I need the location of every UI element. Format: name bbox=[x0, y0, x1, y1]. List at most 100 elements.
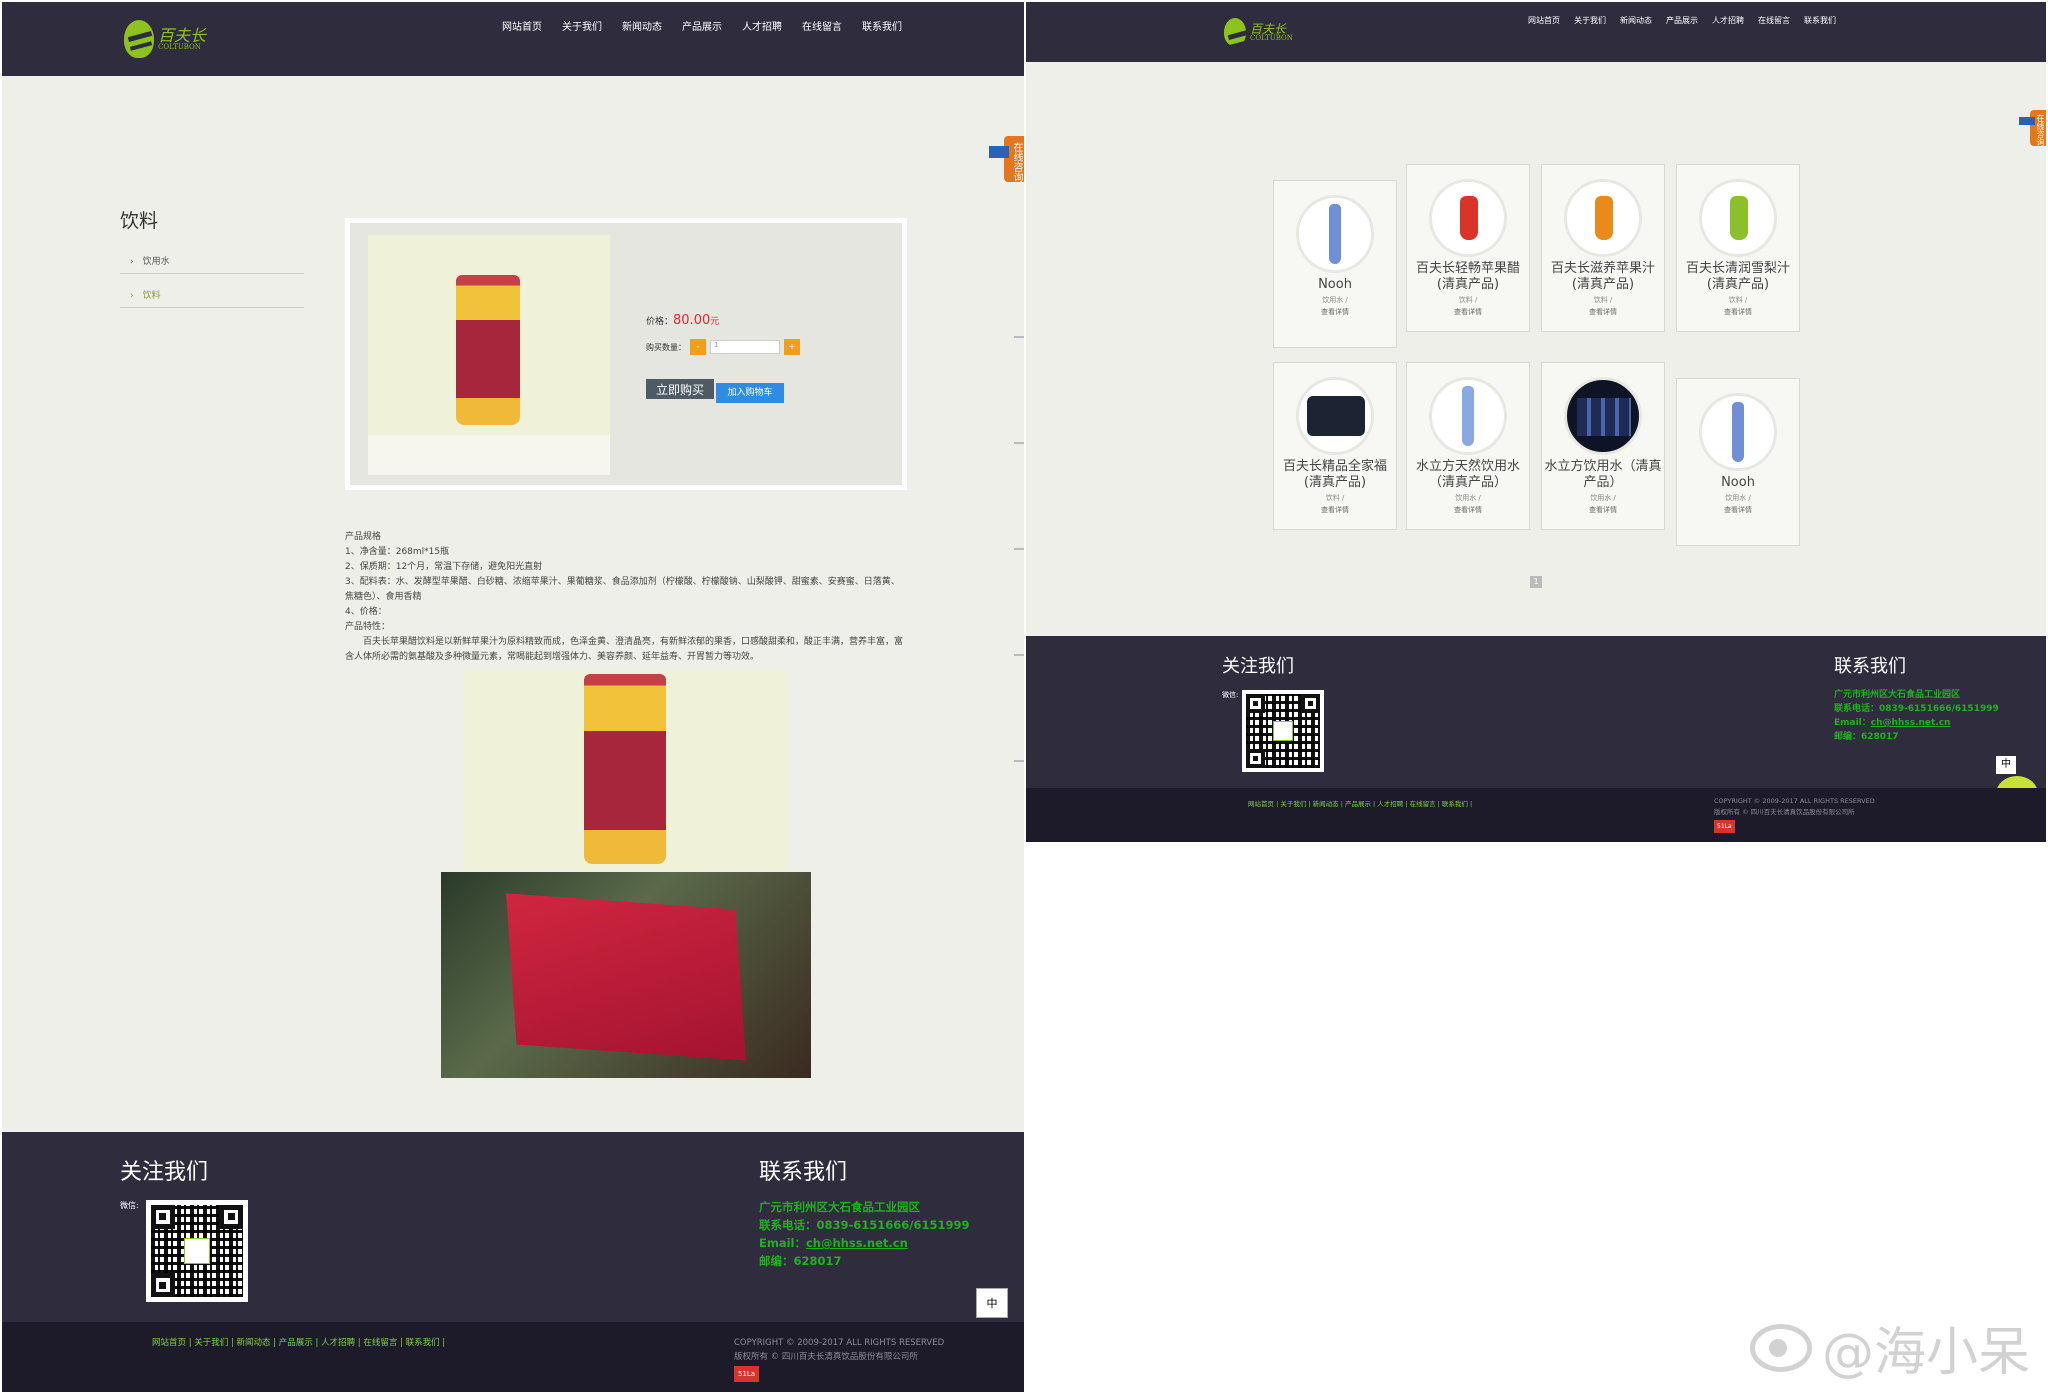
quantity-stepper: 购买数量： - 1 + bbox=[646, 339, 800, 355]
sidebar-item-drinks[interactable]: › 饮料 bbox=[120, 274, 304, 308]
detail-bottle-image bbox=[464, 670, 788, 870]
im-char: 中 bbox=[976, 1288, 1008, 1318]
nav-jobs[interactable]: 人才招聘 bbox=[742, 18, 782, 33]
site-footer: 关注我们 微信: 联系我们 广元市利州区大石食品工业园区 联系电话：0839-6… bbox=[2, 1132, 1024, 1362]
owner-text: 版权所有 © 四川百夫长清真饮品股份有限公司所 bbox=[734, 1352, 918, 1362]
product-thumb bbox=[1462, 386, 1474, 446]
product-thumb bbox=[1460, 196, 1478, 240]
nav-about[interactable]: 关于我们 bbox=[562, 18, 602, 33]
product-thumb bbox=[1595, 196, 1613, 240]
product-category: 饮料 / bbox=[1593, 296, 1613, 304]
product-thumb bbox=[1307, 396, 1365, 436]
online-consult-tab[interactable]: 在线咨询 bbox=[989, 136, 1024, 182]
view-details-link[interactable]: 查看详情 bbox=[1407, 307, 1529, 317]
product-card[interactable]: 水立方天然饮用水（清真产品） 饮用水 / 查看详情 bbox=[1406, 362, 1530, 530]
nav-products[interactable]: 产品展示 bbox=[1666, 15, 1698, 26]
footer-bottom: 网站首页 | 关于我们 | 新闻动态 | 产品展示 | 人才招聘 | 在线留言 … bbox=[1026, 788, 2046, 842]
sidebar-item-water[interactable]: › 饮用水 bbox=[120, 250, 304, 274]
logo-apple-icon bbox=[124, 20, 154, 58]
nav-news[interactable]: 新闻动态 bbox=[1620, 15, 1652, 26]
qty-plus-button[interactable]: + bbox=[784, 339, 800, 355]
spec-line: 3、配料表：水、发酵型苹果醋、白砂糖、浓缩苹果汁、果葡糖浆、食品添加剂（柠檬酸、… bbox=[345, 577, 900, 602]
view-details-link[interactable]: 查看详情 bbox=[1407, 505, 1529, 515]
nav-about[interactable]: 关于我们 bbox=[1574, 15, 1606, 26]
view-details-link[interactable]: 查看详情 bbox=[1677, 307, 1799, 317]
consult-icon bbox=[2019, 117, 2035, 125]
product-card[interactable]: 百夫长滋养苹果汁(清真产品) 饮料 / 查看详情 bbox=[1541, 164, 1665, 332]
product-category: 饮料 / bbox=[1458, 296, 1478, 304]
consult-icon bbox=[989, 146, 1009, 158]
nav-contact[interactable]: 联系我们 bbox=[1804, 15, 1836, 26]
wechat-label: 微信: bbox=[1222, 691, 1239, 699]
product-card[interactable]: Nooh 饮用水 / 查看详情 bbox=[1676, 378, 1800, 546]
pagination-page[interactable]: 1 bbox=[1530, 576, 1542, 588]
stats-badge[interactable]: 51La bbox=[734, 1366, 760, 1382]
view-details-link[interactable]: 查看详情 bbox=[1274, 505, 1396, 515]
view-details-link[interactable]: 查看详情 bbox=[1677, 505, 1799, 515]
wechat-qr-code bbox=[1242, 690, 1324, 772]
product-name: 百夫长精品全家福(清真产品) bbox=[1282, 459, 1387, 490]
footer-links[interactable]: 网站首页 | 关于我们 | 新闻动态 | 产品展示 | 人才招聘 | 在线留言 … bbox=[152, 1336, 445, 1348]
site-logo[interactable]: 百夫长 COLTUBON bbox=[124, 20, 206, 58]
copyright-block: COPYRIGHT © 2009-2017 ALL RIGHTS RESERVE… bbox=[1714, 796, 1875, 833]
product-thumb bbox=[1730, 196, 1748, 240]
main-nav: 网站首页 关于我们 新闻动态 产品展示 人才招聘 在线留言 联系我们 bbox=[1528, 15, 1836, 26]
add-to-cart-button[interactable]: 加入购物车 bbox=[716, 383, 784, 403]
product-card[interactable]: 百夫长清润雪梨汁(清真产品) 饮料 / 查看详情 bbox=[1676, 164, 1800, 332]
product-card[interactable]: 百夫长精品全家福(清真产品) 饮料 / 查看详情 bbox=[1273, 362, 1397, 530]
copyright-block: COPYRIGHT © 2009-2017 ALL RIGHTS RESERVE… bbox=[734, 1336, 944, 1382]
product-thumb bbox=[1329, 204, 1341, 264]
online-consult-tab[interactable]: 在线咨询 bbox=[2019, 110, 2046, 146]
contact-address: 广元市利州区大石食品工业园区 bbox=[1834, 690, 1961, 700]
site-footer: 关注我们 微信: 联系我们 广元市利州区大石食品工业园区 联系电话：0839-6… bbox=[1026, 636, 2046, 812]
footer-links[interactable]: 网站首页 | 关于我们 | 新闻动态 | 产品展示 | 人才招聘 | 在线留言 … bbox=[1248, 798, 1472, 808]
site-header: 百夫长 COLTUBON 网站首页 关于我们 新闻动态 产品展示 人才招聘 在线留… bbox=[2, 2, 1024, 76]
nav-home[interactable]: 网站首页 bbox=[1528, 15, 1560, 26]
nav-home[interactable]: 网站首页 bbox=[502, 18, 542, 33]
product-card[interactable]: Nooh 饮用水 / 查看详情 bbox=[1273, 180, 1397, 348]
stats-badge[interactable]: 51La bbox=[1714, 820, 1735, 833]
product-card[interactable]: 水立方饮用水（清真产品） 饮用水 / 查看详情 bbox=[1541, 362, 1665, 530]
email-link[interactable]: ch@hhss.net.cn bbox=[806, 1236, 908, 1250]
contact-info: 广元市利州区大石食品工业园区 联系电话：0839-6151666/6151999… bbox=[1834, 688, 1999, 744]
view-details-link[interactable]: 查看详情 bbox=[1542, 307, 1664, 317]
spec-line: 产品特性： bbox=[345, 622, 391, 632]
follow-title: 关注我们 bbox=[120, 1160, 209, 1185]
buy-now-button[interactable]: 立即购买 bbox=[646, 379, 714, 399]
nav-products[interactable]: 产品展示 bbox=[682, 18, 722, 33]
view-details-link[interactable]: 查看详情 bbox=[1274, 307, 1396, 317]
nav-news[interactable]: 新闻动态 bbox=[622, 18, 662, 33]
detail-box-image bbox=[441, 872, 811, 1078]
spec-line: 1、净含量：268ml*15瓶 bbox=[345, 547, 450, 557]
product-name: 百夫长滋养苹果汁(清真产品) bbox=[1550, 261, 1655, 292]
edge-ticks bbox=[1014, 232, 1024, 832]
product-description: 产品规格 1、净含量：268ml*15瓶 2、保质期：12个月，常温下存储，避免… bbox=[345, 530, 907, 665]
im-char: 中 bbox=[1996, 756, 2016, 774]
contact-address: 广元市利州区大石食品工业园区 bbox=[759, 1200, 920, 1214]
product-name: 水立方天然饮用水（清真产品） bbox=[1415, 459, 1520, 490]
site-logo[interactable]: 百夫长 COLTUBON bbox=[1224, 18, 1293, 46]
contact-phone: 联系电话：0839-6151666/6151999 bbox=[759, 1218, 970, 1232]
email-link[interactable]: ch@hhss.net.cn bbox=[1871, 718, 1951, 728]
weibo-logo-icon bbox=[1749, 1323, 1812, 1372]
view-details-link[interactable]: 查看详情 bbox=[1542, 505, 1664, 515]
email-label: Email： bbox=[759, 1236, 806, 1250]
qty-input[interactable]: 1 bbox=[710, 340, 780, 354]
contact-info: 广元市利州区大石食品工业园区 联系电话：0839-6151666/6151999… bbox=[759, 1198, 970, 1270]
product-category: 饮用水 / bbox=[1455, 494, 1481, 502]
nav-contact[interactable]: 联系我们 bbox=[862, 18, 902, 33]
nav-message[interactable]: 在线留言 bbox=[802, 18, 842, 33]
price-row: 价格：80.00元 bbox=[646, 313, 719, 328]
logo-text: 百夫长 bbox=[158, 25, 207, 45]
product-detail-page: 百夫长 COLTUBON 网站首页 关于我们 新闻动态 产品展示 人才招聘 在线留… bbox=[2, 2, 1024, 1392]
product-thumb bbox=[1577, 398, 1631, 436]
product-category: 饮料 / bbox=[1325, 494, 1345, 502]
logo-subtext: COLTUBON bbox=[158, 42, 201, 51]
product-category: 饮用水 / bbox=[1322, 296, 1348, 304]
nav-message[interactable]: 在线留言 bbox=[1758, 15, 1790, 26]
owner-text: 版权所有 © 四川百夫长清真饮品股份有限公司所 bbox=[1714, 808, 1855, 816]
product-card[interactable]: 百夫长轻畅苹果醋(清真产品) 饮料 / 查看详情 bbox=[1406, 164, 1530, 332]
nav-jobs[interactable]: 人才招聘 bbox=[1712, 15, 1744, 26]
qty-minus-button[interactable]: - bbox=[690, 339, 706, 355]
logo-subtext: COLTUBON bbox=[1250, 33, 1293, 42]
